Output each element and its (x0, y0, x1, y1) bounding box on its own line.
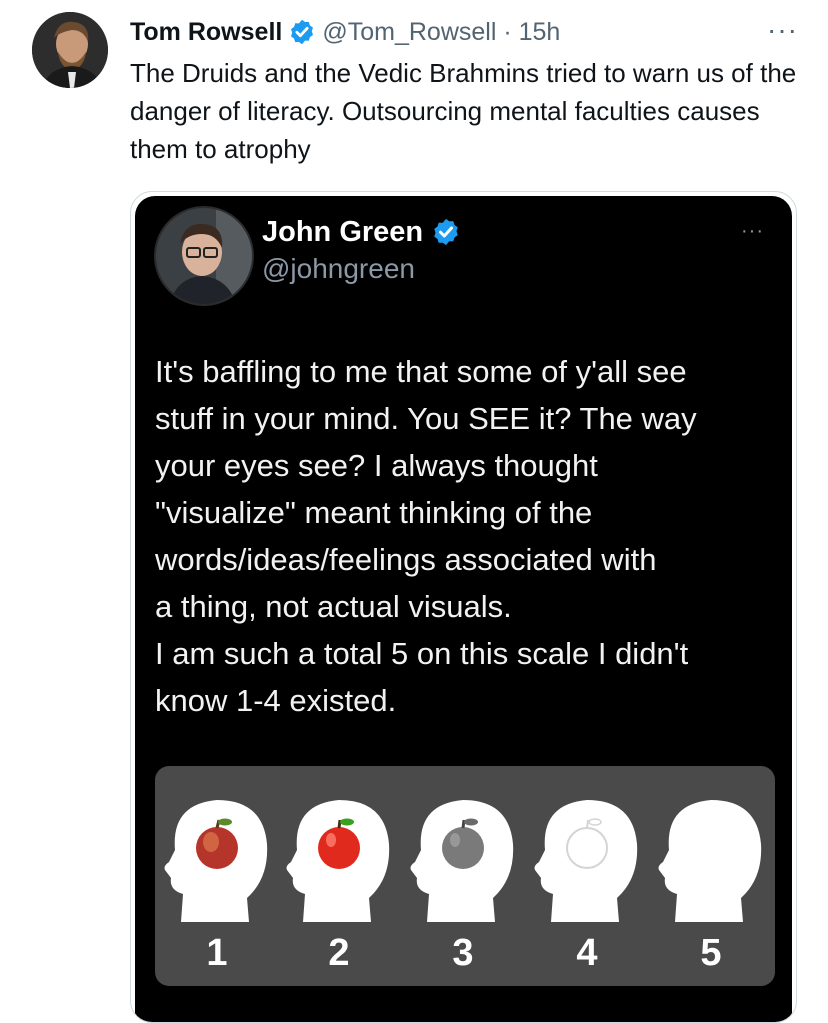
author-avatar[interactable] (32, 12, 108, 88)
visualization-scale: 1 2 3 4 5 (155, 766, 775, 986)
head-outline-apple-icon (534, 800, 638, 922)
quoted-text-line: your eyes see? I always thought (155, 448, 598, 483)
quoted-text-line: It's baffling to me that some of y'all s… (155, 354, 687, 389)
quoted-text-line: stuff in your mind. You SEE it? The way (155, 401, 697, 436)
scale-label: 5 (700, 932, 722, 974)
scale-label: 2 (328, 932, 350, 974)
quoted-text-line: know 1-4 existed. (155, 683, 397, 718)
quoted-text-line: "visualize" meant thinking of the (155, 495, 593, 530)
post-text: The Druids and the Vedic Brahmins tried … (130, 58, 797, 164)
scale-item-5: 5 (653, 782, 769, 982)
quoted-author-handle: @johngreen (262, 253, 415, 284)
head-gray-apple-icon (410, 800, 514, 922)
post-header: Tom Rowsell @Tom_Rowsell · 15h (130, 12, 560, 52)
quoted-text-line: a thing, not actual visuals. (155, 589, 512, 624)
quoted-header: John Green (262, 212, 461, 252)
scale-item-3: 3 (405, 782, 521, 982)
quoted-post-screenshot: John Green @johngreen ··· It's baffling … (135, 196, 792, 1022)
scale-label: 1 (206, 932, 228, 974)
head-realistic-apple-icon (164, 800, 268, 922)
quoted-text-line: I am such a total 5 on this scale I didn… (155, 636, 689, 671)
scale-item-4: 4 (529, 782, 645, 982)
scale-item-1: 1 (159, 782, 275, 982)
quoted-text: It's baffling to me that some of y'all s… (155, 348, 785, 724)
author-name[interactable]: Tom Rowsell (130, 18, 282, 47)
head-red-apple-icon (286, 800, 390, 922)
person-avatar-icon (156, 208, 252, 304)
more-options-icon[interactable]: ··· (767, 16, 798, 44)
author-handle-time[interactable]: @Tom_Rowsell · 15h (322, 18, 560, 47)
scale-label: 4 (576, 932, 598, 974)
quoted-author-name: John Green (262, 215, 424, 248)
scale-item-2: 2 (281, 782, 397, 982)
verified-badge-icon (291, 19, 314, 45)
scale-label: 3 (452, 932, 474, 974)
quoted-text-line: words/ideas/feelings associated with (155, 542, 657, 577)
head-empty-icon (658, 800, 762, 922)
verified-badge-icon (434, 218, 458, 246)
quoted-more-icon: ··· (741, 220, 764, 242)
person-avatar-icon (32, 12, 108, 88)
quoted-author-avatar (154, 206, 254, 306)
post-media[interactable]: John Green @johngreen ··· It's baffling … (130, 191, 797, 1023)
